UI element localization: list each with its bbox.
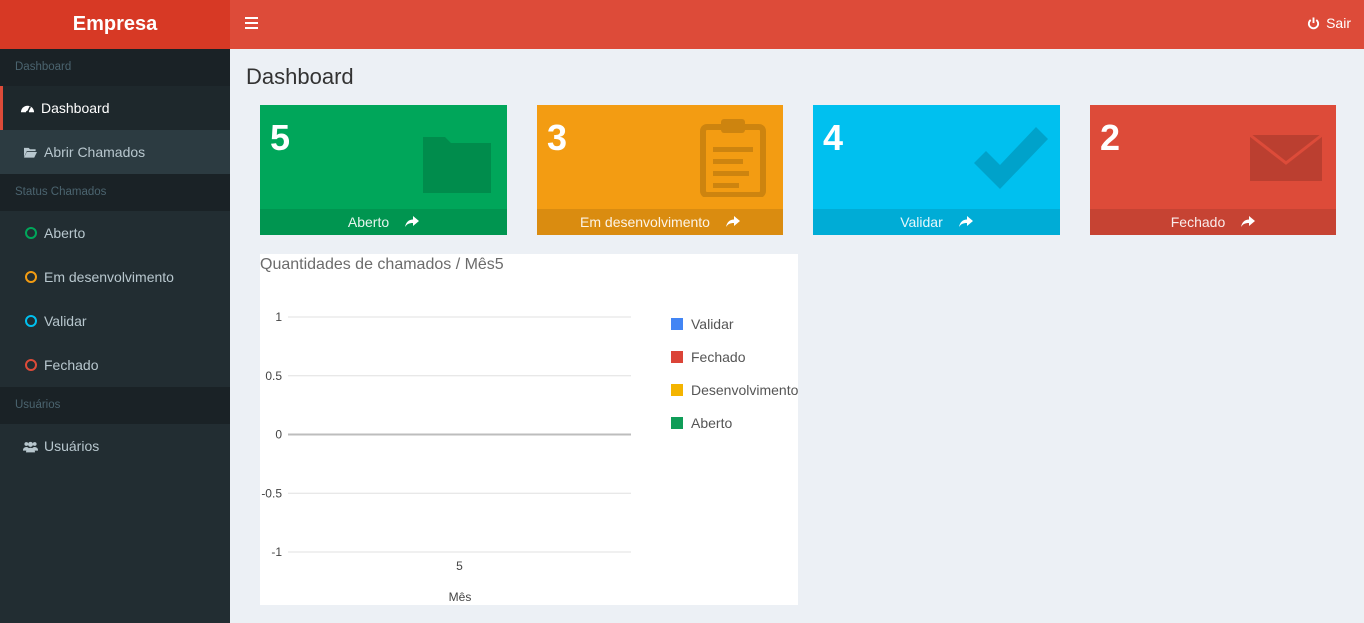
top-navbar: Sair [230, 0, 1364, 49]
y-tick-label: -0.5 [261, 486, 282, 500]
sidebar-item-dashboard[interactable]: Dashboard [0, 86, 230, 130]
folder-icon [423, 137, 491, 193]
box-count: 2 [1100, 117, 1121, 158]
y-tick-label: 1 [275, 310, 282, 324]
power-icon [1308, 16, 1320, 29]
envelope-icon [1249, 133, 1323, 181]
small-box-aberto: 5 Aberto [260, 105, 507, 235]
chart-card: 1 0.5 0 -0.5 -1 5 Mês Validar Fechado Desenvolvim… [260, 254, 798, 605]
share-arrow-icon [1241, 216, 1256, 227]
chart-title: Quantidades de chamados / Mês5 [260, 256, 504, 273]
small-box-validar: 4 Validar [813, 105, 1060, 235]
box-label: Em desenvolvimento [580, 214, 710, 230]
logout-label: Sair [1326, 15, 1351, 31]
y-tick-label: 0.5 [265, 369, 282, 383]
sidebar-item-label: Abrir Chamados [44, 144, 146, 160]
sidebar-item-em-desenvolvimento[interactable]: Em desenvolvimento [0, 255, 230, 299]
box-more-info-link[interactable]: Em desenvolvimento [537, 209, 783, 235]
sidebar-header-dashboard: Dashboard [0, 49, 230, 86]
legend-swatch [671, 318, 683, 330]
circle-icon [23, 314, 38, 329]
box-more-info-link[interactable]: Fechado [1090, 209, 1336, 235]
share-arrow-icon [405, 216, 420, 227]
box-count: 4 [823, 117, 844, 158]
share-arrow-icon [725, 216, 740, 227]
box-count: 5 [270, 117, 291, 158]
x-tick-label: 5 [456, 559, 463, 573]
dashboard-icon [20, 101, 35, 116]
y-tick-label: 0 [275, 428, 282, 442]
circle-icon [23, 226, 38, 241]
sidebar-item-abrir-chamados[interactable]: Abrir Chamados [0, 130, 230, 174]
sidebar-header-status: Status Chamados [0, 174, 230, 211]
box-more-info-link[interactable]: Aberto [260, 209, 507, 235]
sidebar-item-label: Aberto [44, 225, 86, 241]
bar-chart: 1 0.5 0 -0.5 -1 5 Mês Validar Fechado Desenvolvim… [261, 310, 798, 604]
logout-button[interactable]: Sair [1307, 15, 1351, 31]
sidebar-item-validar[interactable]: Validar [0, 299, 230, 343]
sidebar-item-label: Em desenvolvimento [44, 269, 174, 285]
legend-swatch [671, 417, 683, 429]
box-label: Fechado [1170, 214, 1226, 230]
legend-label: Aberto [691, 415, 732, 431]
sidebar: Dashboard Dashboard Abrir Chamados Statu… [0, 49, 230, 623]
sidebar-item-label: Fechado [44, 357, 99, 373]
legend-swatch [671, 351, 683, 363]
circle-icon [23, 270, 38, 285]
box-label: Validar [900, 214, 943, 230]
folder-open-icon [23, 145, 38, 160]
sidebar-item-usuarios[interactable]: Usuários [0, 424, 230, 468]
y-tick-label: -1 [271, 545, 282, 559]
check-icon [974, 127, 1048, 189]
legend-label: Desenvolvimento [691, 382, 798, 398]
sidebar-item-fechado[interactable]: Fechado [0, 343, 230, 387]
users-icon [23, 439, 38, 454]
brand-logo[interactable]: Empresa [0, 0, 230, 49]
share-arrow-icon [958, 216, 973, 227]
clipboard-icon [700, 119, 766, 197]
sidebar-header-usuarios: Usuários [0, 387, 230, 424]
x-axis-label: Mês [449, 590, 472, 604]
sidebar-item-aberto[interactable]: Aberto [0, 211, 230, 255]
menu-toggle-icon[interactable] [245, 17, 258, 29]
sidebar-item-label: Validar [44, 313, 87, 329]
legend-label: Fechado [691, 349, 746, 365]
small-box-em-desenvolvimento: 3 Em desenvolvimento [537, 105, 783, 235]
sidebar-item-label: Usuários [44, 438, 100, 454]
legend-swatch [671, 384, 683, 396]
legend-label: Validar [691, 316, 734, 332]
box-count: 3 [547, 117, 568, 158]
box-label: Aberto [347, 214, 390, 230]
sidebar-item-label: Dashboard [41, 100, 110, 116]
circle-icon [23, 358, 38, 373]
small-box-fechado: 2 Fechado [1090, 105, 1336, 235]
page-title: Dashboard [246, 64, 354, 89]
box-more-info-link[interactable]: Validar [813, 209, 1060, 235]
